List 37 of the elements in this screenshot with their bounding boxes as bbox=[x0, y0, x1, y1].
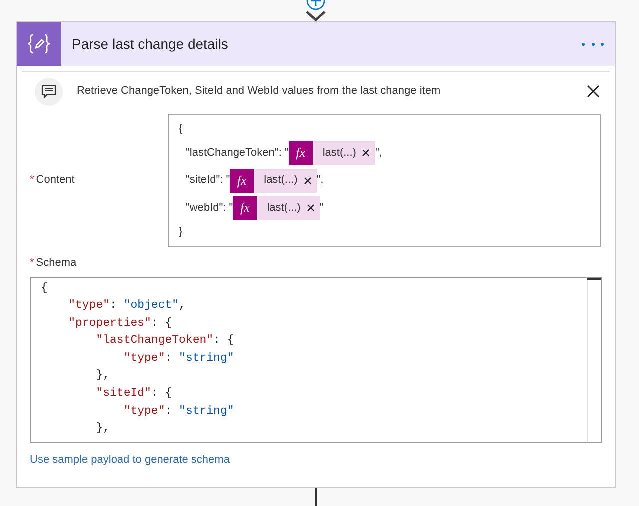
step-title: Parse last change details bbox=[72, 34, 230, 54]
json-text: ", bbox=[375, 146, 382, 161]
code-line: "type": "object", bbox=[68, 298, 186, 314]
remove-icon[interactable] bbox=[362, 149, 370, 157]
code-line: }, bbox=[95, 421, 110, 438]
remove-icon[interactable] bbox=[304, 176, 312, 184]
function-icon: fx bbox=[288, 141, 313, 165]
schema-editor[interactable]: { "type": "object", "properties": { "lastChangeToken": { "type": "string" }, "siteId": { "type": "string" }, bbox=[30, 276, 602, 442]
json-text: ", bbox=[316, 173, 324, 188]
arrow-down-icon bbox=[305, 11, 327, 21]
json-text: "lastChangeToken": " bbox=[186, 146, 289, 161]
code-line: "properties": { bbox=[68, 316, 172, 332]
json-text: " bbox=[320, 200, 324, 216]
code-line: "lastChangeToken": { bbox=[95, 333, 234, 350]
code-line: "type": "string" bbox=[122, 404, 234, 420]
comment-icon bbox=[35, 78, 63, 106]
brace: } bbox=[179, 224, 183, 240]
card-header[interactable]: Parse last change details bbox=[17, 22, 615, 66]
code-line: }, bbox=[95, 368, 110, 384]
code-line: { bbox=[41, 280, 48, 296]
content-label: * Content bbox=[30, 173, 75, 188]
expression-token[interactable]: fx last(...) bbox=[233, 196, 320, 220]
json-text: "siteId": " bbox=[186, 173, 230, 188]
json-text: "webId": " bbox=[186, 200, 234, 216]
schema-label: * Schema bbox=[30, 256, 77, 271]
code-line: "siteId": { bbox=[95, 386, 172, 402]
content-field[interactable]: { "lastChangeToken": " fx last(...) ", "siteId": " fx last(...) ", "webId": " fx last(...) " } bbox=[168, 114, 601, 247]
function-icon: fx bbox=[230, 168, 254, 192]
remove-icon[interactable] bbox=[306, 204, 315, 212]
brace: { bbox=[179, 122, 183, 137]
code-line: "type": "string" bbox=[122, 350, 234, 367]
function-icon: fx bbox=[233, 196, 258, 220]
sample-payload-link[interactable]: Use sample payload to generate schema bbox=[30, 452, 230, 468]
comment-text: Retrieve ChangeToken, SiteId and WebId values from the last change item bbox=[77, 84, 442, 100]
close-icon[interactable] bbox=[587, 85, 600, 98]
expression-token[interactable]: fx last(...) bbox=[288, 141, 376, 165]
expression-token[interactable]: fx last(...) bbox=[230, 168, 317, 192]
